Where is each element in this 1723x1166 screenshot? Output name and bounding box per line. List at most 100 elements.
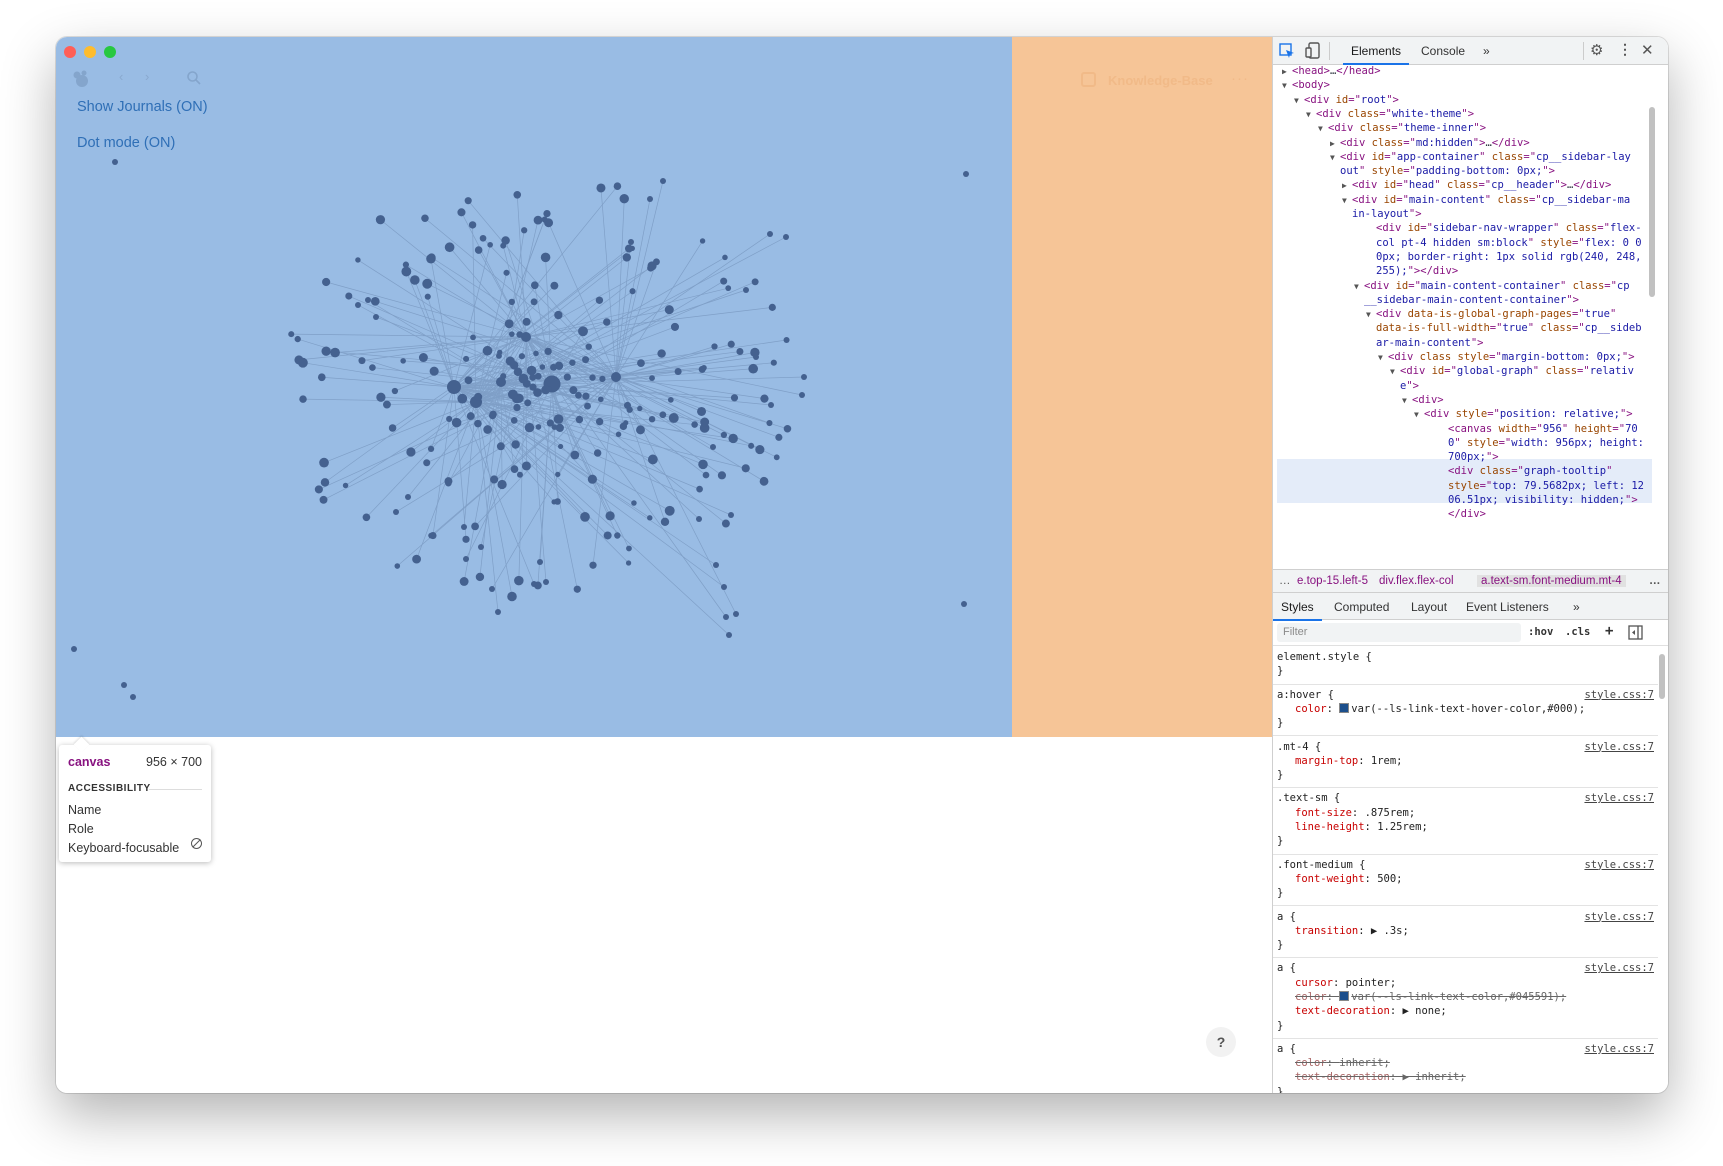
dom-node-line[interactable]: </div> bbox=[1448, 507, 1486, 521]
graph-node[interactable] bbox=[391, 387, 399, 395]
dom-node-line[interactable]: 255);"></div> bbox=[1376, 264, 1458, 278]
graph-node[interactable] bbox=[755, 445, 765, 455]
graph-node[interactable] bbox=[130, 694, 136, 700]
maximize-window-button[interactable] bbox=[104, 46, 116, 58]
graph-node[interactable] bbox=[369, 364, 376, 371]
graph-node[interactable] bbox=[585, 343, 592, 350]
graph-node[interactable] bbox=[429, 532, 437, 540]
graph-node[interactable] bbox=[376, 392, 386, 402]
css-declaration[interactable]: text-decoration: ▶ inherit; bbox=[1295, 1070, 1466, 1084]
graph-node[interactable] bbox=[598, 396, 604, 403]
graph-node[interactable] bbox=[509, 361, 519, 370]
graph-node[interactable] bbox=[631, 500, 637, 506]
graph-node[interactable] bbox=[410, 275, 420, 285]
graph-node[interactable] bbox=[599, 375, 606, 383]
graph-node[interactable] bbox=[294, 335, 301, 343]
collapse-arrow-icon[interactable]: ▼ bbox=[1414, 408, 1419, 422]
graph-node[interactable] bbox=[342, 482, 349, 489]
graph-node[interactable] bbox=[660, 178, 666, 184]
graph-node[interactable] bbox=[770, 359, 777, 366]
graph-node[interactable] bbox=[721, 584, 727, 590]
graph-node[interactable] bbox=[625, 560, 632, 566]
css-declaration[interactable]: line-height: 1.25rem; bbox=[1295, 820, 1428, 834]
graph-node[interactable] bbox=[423, 459, 431, 467]
graph-node[interactable] bbox=[487, 241, 493, 248]
hover-state-toggle[interactable]: :hov bbox=[1528, 626, 1553, 638]
graph-node[interactable] bbox=[375, 215, 386, 225]
css-declaration[interactable]: font-weight: 500; bbox=[1295, 872, 1403, 886]
graph-node[interactable] bbox=[533, 388, 542, 397]
graph-node[interactable] bbox=[743, 287, 749, 293]
graph-node[interactable] bbox=[783, 336, 790, 343]
graph-node[interactable] bbox=[463, 556, 469, 562]
graph-node[interactable] bbox=[759, 476, 769, 486]
more-style-tabs-icon[interactable]: » bbox=[1573, 600, 1580, 614]
dom-node-line[interactable]: ▶ <div id="head" class="cp__header">…</di… bbox=[1342, 178, 1611, 192]
graph-node[interactable] bbox=[569, 386, 578, 395]
css-source-link[interactable]: style.css:7 bbox=[1584, 1042, 1654, 1056]
logo-icon[interactable] bbox=[70, 68, 92, 88]
breadcrumb-item[interactable]: div.flex.flex-col bbox=[1379, 575, 1454, 587]
graph-node[interactable] bbox=[330, 347, 340, 358]
graph-node[interactable] bbox=[628, 239, 634, 245]
graph-node[interactable] bbox=[457, 208, 466, 217]
graph-node[interactable] bbox=[464, 197, 472, 205]
dom-node-line[interactable]: 06.51px; visibility: hidden;"> bbox=[1448, 493, 1638, 507]
graph-node[interactable] bbox=[575, 415, 584, 424]
graph-node[interactable] bbox=[478, 544, 484, 550]
collapse-arrow-icon[interactable]: ▼ bbox=[1366, 308, 1371, 322]
graph-node[interactable] bbox=[723, 614, 729, 620]
graph-node[interactable] bbox=[720, 431, 728, 439]
graph-node[interactable] bbox=[429, 366, 439, 376]
dom-node-line[interactable]: __sidebar-main-content-container"> bbox=[1364, 293, 1579, 307]
graph-node[interactable] bbox=[783, 424, 792, 433]
css-source-link[interactable]: style.css:7 bbox=[1584, 910, 1654, 924]
graph-node[interactable] bbox=[615, 431, 622, 438]
graph-node[interactable] bbox=[698, 459, 708, 470]
graph-node[interactable] bbox=[593, 449, 602, 457]
graph-node[interactable] bbox=[471, 522, 479, 531]
graph-node[interactable] bbox=[446, 415, 453, 423]
tab-elements[interactable]: Elements bbox=[1342, 44, 1410, 65]
back-icon[interactable]: ‹ bbox=[119, 69, 123, 84]
graph-node[interactable] bbox=[653, 258, 660, 266]
collapse-arrow-icon[interactable]: ▼ bbox=[1330, 151, 1335, 165]
graph-node[interactable] bbox=[555, 471, 561, 478]
graph-node[interactable] bbox=[629, 288, 636, 295]
graph-node[interactable] bbox=[531, 581, 537, 587]
graph-node[interactable] bbox=[741, 464, 750, 473]
class-toggle[interactable]: .cls bbox=[1565, 626, 1590, 638]
graph-node[interactable] bbox=[766, 419, 773, 427]
collapse-arrow-icon[interactable]: ▼ bbox=[1354, 280, 1359, 294]
graph-node[interactable] bbox=[963, 171, 969, 177]
graph-node[interactable] bbox=[320, 478, 330, 487]
graph-node[interactable] bbox=[587, 474, 597, 484]
graph-node[interactable] bbox=[511, 440, 520, 449]
collapse-arrow-icon[interactable]: ▼ bbox=[1402, 394, 1407, 408]
graph-node[interactable] bbox=[524, 422, 535, 433]
dom-node-line[interactable]: data-is-full-width="true" class="cp__sid… bbox=[1376, 321, 1642, 335]
graph-node[interactable] bbox=[510, 417, 518, 424]
graph-node[interactable] bbox=[728, 433, 738, 444]
toggle-sidebar-icon[interactable] bbox=[1628, 625, 1643, 640]
graph-node[interactable] bbox=[322, 277, 331, 287]
graph-node[interactable] bbox=[783, 234, 789, 240]
css-source-link[interactable]: style.css:7 bbox=[1584, 961, 1654, 975]
graph-node[interactable] bbox=[700, 417, 710, 427]
dom-node-line[interactable]: ▼ <div id="main-content" class="cp__sideb… bbox=[1342, 193, 1630, 207]
graph-node[interactable] bbox=[497, 479, 507, 490]
breadcrumb-overflow-left[interactable]: … bbox=[1279, 575, 1291, 587]
graph-node[interactable] bbox=[474, 246, 483, 254]
graph-node[interactable] bbox=[582, 392, 590, 400]
graph-node[interactable] bbox=[299, 395, 307, 403]
graph-node[interactable] bbox=[355, 257, 361, 263]
graph-node[interactable] bbox=[503, 269, 510, 276]
graph-node[interactable] bbox=[614, 532, 621, 539]
graph-node[interactable] bbox=[355, 302, 361, 308]
graph-node[interactable] bbox=[748, 363, 759, 374]
close-devtools-icon[interactable]: ✕ bbox=[1641, 41, 1654, 59]
graph-node[interactable] bbox=[674, 367, 682, 376]
graph-node[interactable] bbox=[405, 494, 411, 500]
dom-node-line[interactable]: style="top: 79.5682px; left: 12 bbox=[1448, 479, 1644, 493]
graph-node[interactable] bbox=[710, 444, 716, 450]
